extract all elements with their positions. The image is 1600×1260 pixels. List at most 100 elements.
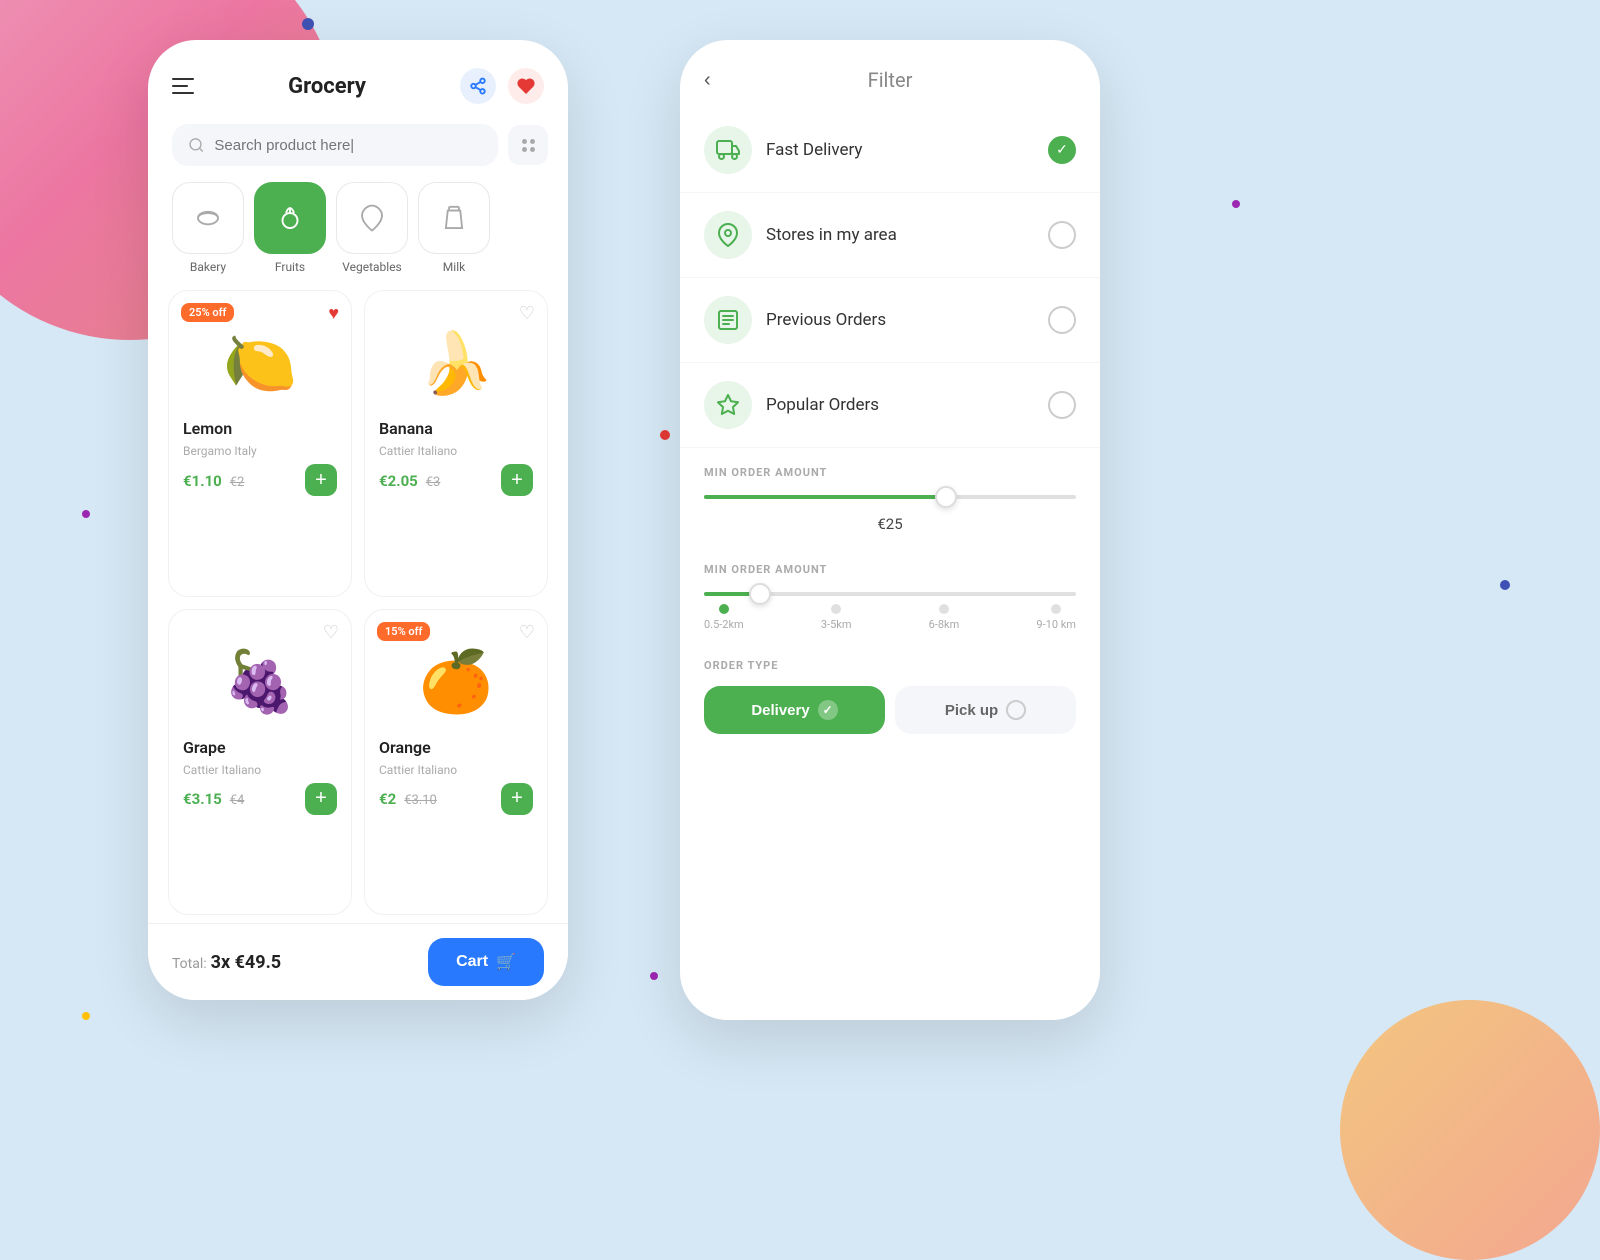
filter-fast-delivery[interactable]: Fast Delivery ✓ bbox=[680, 108, 1100, 193]
previous-orders-icon-circle bbox=[704, 296, 752, 344]
orange-add-button[interactable]: + bbox=[501, 783, 533, 815]
filter-stores-area[interactable]: Stores in my area bbox=[680, 193, 1100, 278]
pickup-radio-icon bbox=[1006, 700, 1026, 720]
menu-icon[interactable] bbox=[172, 78, 194, 94]
previous-orders-radio[interactable] bbox=[1048, 306, 1076, 334]
categories-row: Bakery Fruits Vegetables bbox=[148, 174, 568, 282]
min-order-section: MIN ORDER AMOUNT €25 bbox=[680, 448, 1100, 545]
cart-icon: 🛒 bbox=[496, 952, 516, 972]
dist-label-0: 0.5-2km bbox=[704, 618, 744, 631]
banana-favorite[interactable]: ♡ bbox=[519, 303, 535, 324]
app-title: Grocery bbox=[288, 74, 366, 99]
distance-section: MIN ORDER AMOUNT 0.5-2km 3-5km 6-8km 9-1… bbox=[680, 545, 1100, 643]
min-order-label: MIN ORDER AMOUNT bbox=[704, 466, 1076, 479]
stores-area-label: Stores in my area bbox=[766, 225, 1034, 245]
lemon-add-button[interactable]: + bbox=[305, 464, 337, 496]
search-bar bbox=[148, 124, 568, 166]
orange-origin: Cattier Italiano bbox=[379, 763, 533, 777]
category-fruits[interactable]: Fruits bbox=[254, 182, 326, 274]
filter-previous-orders[interactable]: Previous Orders bbox=[680, 278, 1100, 363]
lemon-origin: Bergamo Italy bbox=[183, 444, 337, 458]
banana-price: €2.05 bbox=[379, 472, 418, 490]
grape-prices: €3.15 €4 bbox=[183, 789, 244, 808]
category-vegetables[interactable]: Vegetables bbox=[336, 182, 408, 274]
dot-3 bbox=[82, 1012, 90, 1020]
banana-add-button[interactable]: + bbox=[501, 464, 533, 496]
dot-2 bbox=[82, 510, 90, 518]
search-input-wrap[interactable] bbox=[172, 124, 498, 166]
vegetables-label: Vegetables bbox=[342, 260, 402, 274]
milk-icon bbox=[418, 182, 490, 254]
distance-thumb[interactable] bbox=[749, 583, 771, 605]
favorites-button[interactable] bbox=[508, 68, 544, 104]
fruits-label: Fruits bbox=[275, 260, 305, 274]
cart-total-value: 3x €49.5 bbox=[211, 952, 282, 973]
banana-origin: Cattier Italiano bbox=[379, 444, 533, 458]
popular-orders-radio[interactable] bbox=[1048, 391, 1076, 419]
distance-dots-row: 0.5-2km 3-5km 6-8km 9-10 km bbox=[704, 604, 1076, 631]
dot-5 bbox=[650, 972, 658, 980]
product-lemon: 25% off ♥ 🍋 Lemon Bergamo Italy €1.10 €2… bbox=[168, 290, 352, 597]
filter-dots-button[interactable] bbox=[508, 125, 548, 165]
category-bakery[interactable]: Bakery bbox=[172, 182, 244, 274]
distance-slider[interactable] bbox=[704, 592, 1076, 596]
bg-blob-orange bbox=[1340, 1000, 1600, 1260]
back-button[interactable]: ‹ bbox=[704, 69, 711, 92]
dist-3: 9-10 km bbox=[1036, 604, 1076, 631]
orange-old-price: €3.10 bbox=[404, 793, 437, 808]
phone-header: Grocery bbox=[148, 40, 568, 116]
banana-old-price: €3 bbox=[426, 475, 441, 490]
lemon-price: €1.10 bbox=[183, 472, 222, 490]
dist-label-2: 6-8km bbox=[929, 618, 960, 631]
min-order-thumb[interactable] bbox=[935, 486, 957, 508]
dist-dot-1 bbox=[831, 604, 841, 614]
delivery-button[interactable]: Delivery ✓ bbox=[704, 686, 885, 734]
lemon-badge: 25% off bbox=[181, 303, 234, 322]
stores-area-radio[interactable] bbox=[1048, 221, 1076, 249]
cart-button-label: Cart bbox=[456, 953, 488, 971]
fast-delivery-label: Fast Delivery bbox=[766, 140, 1034, 160]
grape-old-price: €4 bbox=[230, 793, 245, 808]
orange-name: Orange bbox=[379, 738, 533, 757]
grocery-phone: Grocery bbox=[148, 40, 568, 1000]
lemon-favorite[interactable]: ♥ bbox=[328, 303, 339, 324]
popular-orders-icon-circle bbox=[704, 381, 752, 429]
lemon-image: 🍋 bbox=[183, 313, 337, 413]
product-orange: 15% off ♡ 🍊 Orange Cattier Italiano €2 €… bbox=[364, 609, 548, 916]
delivery-check-icon: ✓ bbox=[818, 700, 838, 720]
dot-1 bbox=[302, 18, 314, 30]
header-icons bbox=[460, 68, 544, 104]
filter-popular-orders[interactable]: Popular Orders bbox=[680, 363, 1100, 448]
popular-orders-label: Popular Orders bbox=[766, 395, 1034, 415]
lemon-price-row: €1.10 €2 + bbox=[183, 464, 337, 496]
dot-6 bbox=[1232, 200, 1240, 208]
order-type-label: ORDER TYPE bbox=[704, 659, 1076, 672]
orange-image: 🍊 bbox=[379, 632, 533, 732]
fast-delivery-radio[interactable]: ✓ bbox=[1048, 136, 1076, 164]
filter-header: ‹ Filter bbox=[680, 40, 1100, 108]
product-banana: ♡ 🍌 Banana Cattier Italiano €2.05 €3 + bbox=[364, 290, 548, 597]
grape-image: 🍇 bbox=[183, 632, 337, 732]
dist-2: 6-8km bbox=[929, 604, 960, 631]
dist-label-1: 3-5km bbox=[821, 618, 852, 631]
order-type-buttons: Delivery ✓ Pick up bbox=[704, 686, 1076, 734]
grape-add-button[interactable]: + bbox=[305, 783, 337, 815]
product-grape: ♡ 🍇 Grape Cattier Italiano €3.15 €4 + bbox=[168, 609, 352, 916]
share-button[interactable] bbox=[460, 68, 496, 104]
search-icon bbox=[188, 136, 204, 154]
search-input[interactable] bbox=[214, 137, 482, 154]
lemon-prices: €1.10 €2 bbox=[183, 471, 244, 490]
bakery-icon bbox=[172, 182, 244, 254]
pickup-button[interactable]: Pick up bbox=[895, 686, 1076, 734]
delivery-truck-icon bbox=[716, 138, 740, 162]
cart-total: Total: 3x €49.5 bbox=[172, 952, 281, 973]
lemon-name: Lemon bbox=[183, 419, 337, 438]
dist-1: 3-5km bbox=[821, 604, 852, 631]
dot-4 bbox=[660, 430, 670, 440]
min-order-slider[interactable] bbox=[704, 495, 1076, 499]
cart-button[interactable]: Cart 🛒 bbox=[428, 938, 544, 986]
grape-origin: Cattier Italiano bbox=[183, 763, 337, 777]
category-milk[interactable]: Milk bbox=[418, 182, 490, 274]
grape-favorite[interactable]: ♡ bbox=[323, 622, 339, 643]
orange-favorite[interactable]: ♡ bbox=[519, 622, 535, 643]
